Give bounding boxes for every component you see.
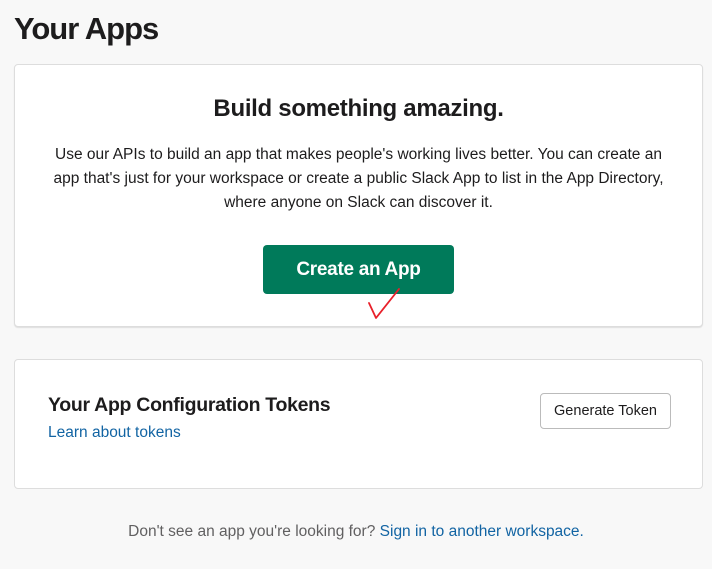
footer: Don't see an app you're looking for? Sig… <box>0 523 712 541</box>
create-app-button[interactable]: Create an App <box>263 245 454 294</box>
tokens-title: Your App Configuration Tokens <box>48 394 331 416</box>
your-apps-page: Your Apps Build something amazing. Use o… <box>0 0 712 569</box>
build-app-card: Build something amazing. Use our APIs to… <box>14 64 703 327</box>
footer-prompt: Don't see an app you're looking for? <box>128 523 376 540</box>
generate-token-button[interactable]: Generate Token <box>540 393 671 429</box>
learn-about-tokens-link[interactable]: Learn about tokens <box>48 424 181 442</box>
hero-description: Use our APIs to build an app that makes … <box>53 146 664 211</box>
config-tokens-card: Your App Configuration Tokens Learn abou… <box>14 359 703 489</box>
page-title: Your Apps <box>14 11 159 46</box>
sign-in-another-workspace-link[interactable]: Sign in to another workspace. <box>380 523 584 540</box>
hero-title: Build something amazing. <box>213 95 504 122</box>
